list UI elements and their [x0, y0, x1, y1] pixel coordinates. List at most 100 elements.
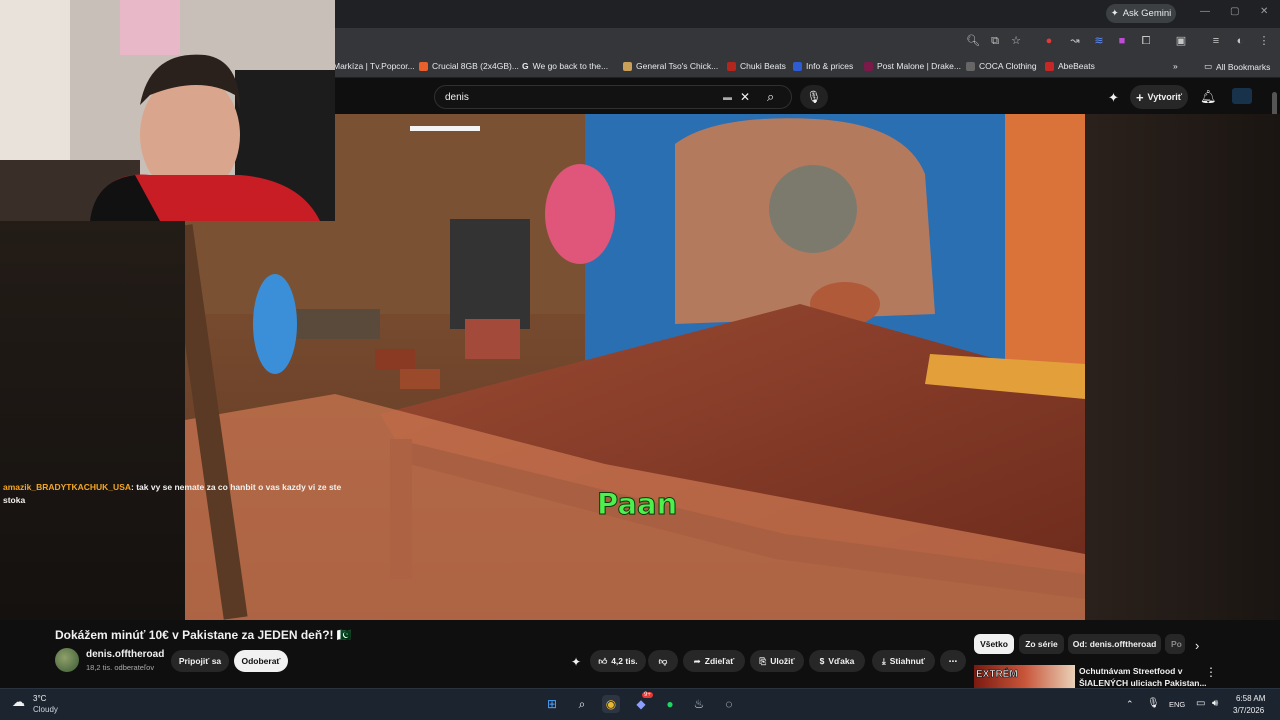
- more-bookmarks-button[interactable]: »: [1173, 61, 1178, 71]
- chrome-taskbar-icon[interactable]: ◉: [602, 695, 620, 713]
- recommendation-thumbnail[interactable]: EXTRÉM: [974, 665, 1075, 688]
- extension-red-icon[interactable]: ●: [1042, 34, 1056, 48]
- notifications-bell-icon[interactable]: 🔔︎: [1200, 89, 1217, 105]
- dislike-button[interactable]: 👎︎: [648, 650, 678, 672]
- bookmark-item[interactable]: COCA Clothing: [966, 61, 1037, 71]
- like-button[interactable]: 👍︎ 4,2 tis.: [590, 650, 646, 672]
- bookmark-item[interactable]: Markíza | Tv.Popcor...: [333, 61, 415, 71]
- extensions-puzzle-icon[interactable]: ⧠: [1139, 34, 1153, 48]
- side-panel-icon[interactable]: ▣: [1174, 34, 1188, 48]
- gemini-sparkle-icon: ✦: [1110, 8, 1119, 19]
- video-caption: Paan: [596, 487, 678, 522]
- chat-username: amazik_BRADYTKACHUK_USA: [3, 482, 131, 492]
- app-taskbar-icon[interactable]: ◌: [720, 695, 738, 713]
- extension-arrow-icon[interactable]: ↝: [1068, 34, 1082, 48]
- recommendation-menu-icon[interactable]: ⋮: [1205, 665, 1217, 679]
- chevron-right-icon[interactable]: ›: [1195, 638, 1199, 653]
- share-label: Zdieľať: [704, 656, 735, 666]
- plus-icon: +: [1135, 89, 1144, 105]
- bookmark-star-icon[interactable]: ☆: [1009, 34, 1023, 48]
- weather-description[interactable]: Cloudy: [33, 705, 58, 714]
- create-button[interactable]: + Vytvoriť: [1130, 85, 1188, 109]
- join-button[interactable]: Pripojiť sa: [171, 650, 229, 672]
- extension-wave-icon[interactable]: ≋: [1092, 34, 1106, 48]
- all-bookmarks-button[interactable]: ▭ All Bookmarks: [1204, 61, 1270, 72]
- microphone-tray-icon[interactable]: 🎙︎: [1147, 698, 1160, 709]
- chip-from-channel[interactable]: Od: denis.offtheroad: [1068, 634, 1161, 654]
- profile-avatar-icon[interactable]: ◐: [1233, 34, 1247, 48]
- bookmark-item[interactable]: Chuki Beats: [727, 61, 786, 71]
- spotify-taskbar-icon[interactable]: ●: [661, 695, 679, 713]
- bookmark-item[interactable]: AbeBeats: [1045, 61, 1095, 71]
- folder-icon: ▭: [1204, 61, 1213, 71]
- chevron-up-icon[interactable]: ⌃: [1126, 699, 1134, 710]
- account-avatar[interactable]: [1232, 88, 1252, 104]
- webcam-frame: [0, 0, 335, 221]
- zoom-icon[interactable]: 🔍︎: [966, 34, 980, 48]
- chat-message: amazik_BRADYTKACHUK_USA: tak vy se nemat…: [3, 481, 343, 507]
- extension-purple-icon[interactable]: ■: [1115, 34, 1129, 48]
- bookmark-item[interactable]: G We go back to the...: [522, 61, 608, 71]
- search-input[interactable]: denis ▬ ✕ ⌕: [434, 85, 792, 109]
- search-icon[interactable]: ⌕: [767, 89, 774, 105]
- bookmark-label: Markíza | Tv.Popcor...: [333, 61, 415, 71]
- install-app-icon[interactable]: ⧉: [988, 34, 1002, 48]
- bookmark-favicon-icon: [1045, 61, 1054, 71]
- recommendation-title[interactable]: Ochutnávam Streetfood v ŠIALENÝCH ulicia…: [1079, 665, 1207, 689]
- stream-left-background: [0, 221, 185, 621]
- tab-search-icon[interactable]: ≡: [1209, 34, 1223, 48]
- channel-name[interactable]: denis.offtheroad: [86, 649, 164, 660]
- taskbar-search-icon[interactable]: ⌕: [573, 695, 591, 713]
- download-label: Stiahnuť: [889, 656, 925, 666]
- thanks-button[interactable]: $ Vďaka: [809, 650, 865, 672]
- maximize-icon[interactable]: ▢: [1230, 6, 1239, 17]
- bookmark-label: We go back to the...: [532, 61, 609, 71]
- ask-gemini-button[interactable]: ✦ Ask Gemini: [1106, 4, 1176, 23]
- steam-taskbar-icon[interactable]: ♨: [690, 695, 708, 713]
- save-button[interactable]: ⎘ Uložiť: [750, 650, 804, 672]
- network-icon[interactable]: ▭: [1196, 698, 1205, 709]
- chip-related[interactable]: Po: [1165, 634, 1185, 654]
- close-window-icon[interactable]: ✕: [1260, 6, 1268, 17]
- ask-gemini-label: Ask Gemini: [1122, 8, 1172, 19]
- language-indicator[interactable]: ENG: [1169, 700, 1185, 709]
- bookmark-item[interactable]: Post Malone | Drake...: [864, 61, 961, 71]
- subscribe-button[interactable]: Odoberať: [234, 650, 288, 672]
- weather-cloud-icon[interactable]: ☁: [12, 694, 25, 710]
- all-bookmarks-label: All Bookmarks: [1216, 61, 1271, 72]
- bookmark-icon: ⎘: [759, 655, 767, 666]
- more-actions-button[interactable]: ⋯: [940, 650, 966, 672]
- weather-temperature[interactable]: 3°C: [33, 694, 46, 703]
- chip-from-series[interactable]: Zo série: [1019, 634, 1064, 654]
- clock-date[interactable]: 3/7/2026: [1233, 706, 1264, 715]
- windows-start-icon[interactable]: ⊞: [543, 695, 561, 713]
- thumbs-down-icon: 👎︎: [658, 655, 668, 666]
- bookmark-favicon-icon: [623, 61, 632, 71]
- keyboard-icon[interactable]: ▬: [723, 92, 732, 102]
- bookmark-favicon-icon: [864, 61, 873, 71]
- chrome-menu-icon[interactable]: ⋮: [1257, 34, 1271, 48]
- video-title: Dokážem minúť 10€ v Pakistane za JEDEN d…: [55, 628, 352, 642]
- clock-time[interactable]: 6:58 AM: [1236, 694, 1265, 703]
- youtube-studio-icon[interactable]: ✦: [1108, 90, 1119, 106]
- chip-all[interactable]: Všetko: [974, 634, 1014, 654]
- clear-search-icon[interactable]: ✕: [740, 90, 750, 104]
- channel-avatar[interactable]: [55, 648, 79, 672]
- google-favicon-icon: G: [522, 61, 529, 71]
- streamer-webcam: [0, 0, 335, 221]
- search-query: denis: [445, 92, 469, 103]
- minimize-icon[interactable]: —: [1200, 6, 1210, 17]
- sparkle-ai-icon[interactable]: ✦: [571, 655, 581, 669]
- download-button[interactable]: ⤓ Stiahnuť: [872, 650, 935, 672]
- bookmark-item[interactable]: General Tso's Chick...: [623, 61, 718, 71]
- voice-search-icon[interactable]: 🎙︎: [800, 85, 828, 109]
- bookmark-item[interactable]: Info & prices: [793, 61, 853, 71]
- share-button[interactable]: ➦ Zdieľať: [683, 650, 745, 672]
- bookmark-favicon-icon: [966, 61, 975, 71]
- volume-icon[interactable]: 🔊︎: [1212, 698, 1218, 709]
- thanks-label: Vďaka: [828, 656, 855, 666]
- bookmark-label: Post Malone | Drake...: [877, 61, 961, 71]
- bookmark-item[interactable]: Crucial 8GB (2x4GB)...: [419, 61, 519, 71]
- bookmark-favicon-icon: [727, 61, 736, 71]
- bookmark-label: General Tso's Chick...: [636, 61, 719, 71]
